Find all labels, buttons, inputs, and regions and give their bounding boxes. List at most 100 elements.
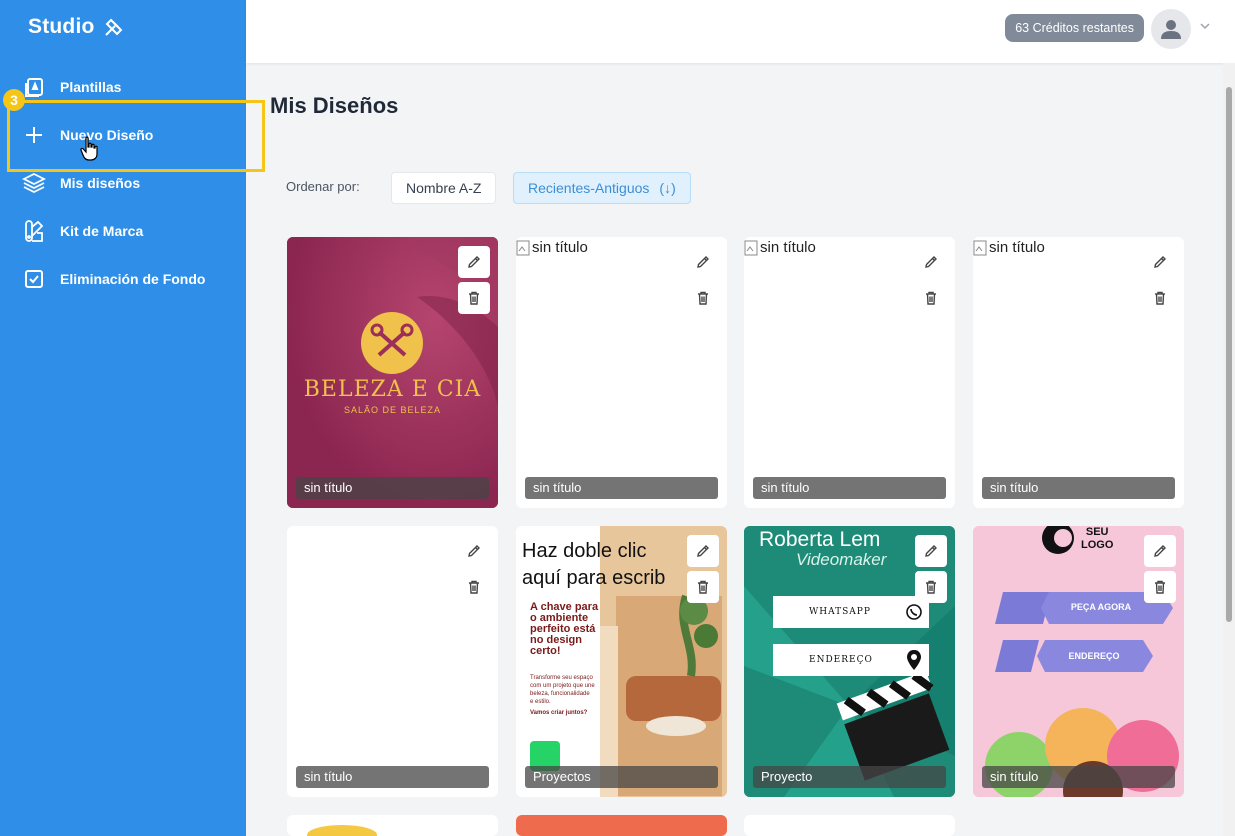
edit-button[interactable]	[458, 246, 490, 278]
step-badge: 3	[3, 89, 25, 111]
top-bar: 63 Créditos restantes	[246, 0, 1235, 63]
sidebar-item-label: Eliminación de Fondo	[60, 271, 206, 287]
design-card[interactable]: sin título sin título	[744, 237, 955, 508]
sidebar-item-plantillas[interactable]: Plantillas	[22, 75, 121, 99]
edit-button[interactable]	[1144, 535, 1176, 567]
broken-image: sin título	[973, 239, 1045, 256]
videomaker-name: Roberta Lem	[759, 528, 881, 551]
edit-button[interactable]	[1144, 246, 1176, 278]
trash-icon	[926, 580, 936, 594]
location-pin-icon	[907, 650, 921, 670]
placeholder-line-2: aquí para escrib	[522, 567, 666, 589]
order-now-label: PEÇA AGORA	[1070, 602, 1132, 612]
whatsapp-label: WHATSAPP	[809, 607, 871, 617]
broken-image-icon	[744, 240, 758, 255]
sidebar-item-mis-disenos[interactable]: Mis diseños	[22, 171, 140, 195]
edit-button[interactable]	[458, 535, 490, 567]
beleza-subtitle: SALÃO DE BELEZA	[343, 405, 442, 415]
card-caption: sin título	[296, 766, 489, 788]
trash-icon	[698, 291, 708, 305]
pencil-icon	[697, 545, 709, 557]
scrollbar-thumb[interactable]	[1226, 87, 1232, 622]
pencil-icon	[468, 256, 480, 268]
avatar[interactable]	[1151, 9, 1191, 49]
edit-button[interactable]	[915, 535, 947, 567]
address-label: ENDEREÇO	[1068, 651, 1120, 661]
logo-icon	[104, 18, 122, 36]
image-alt-text: sin título	[760, 239, 816, 256]
delete-button[interactable]	[687, 571, 719, 603]
trash-icon	[698, 580, 708, 594]
delete-button[interactable]	[915, 282, 947, 314]
card-thumbnail-partial	[307, 825, 377, 836]
beleza-title: BELEZA E CIA	[303, 377, 482, 402]
design-card[interactable]: Haz doble clic aquí para escrib A chave …	[516, 526, 727, 797]
broken-image-icon	[516, 240, 530, 255]
card-caption: sin título	[753, 477, 946, 499]
design-card[interactable]: sin título sin título	[973, 237, 1184, 508]
pencil-icon	[468, 545, 480, 557]
layers-icon	[22, 171, 46, 195]
sidebar-item-eliminacion-de-fondo[interactable]: Eliminación de Fondo	[22, 267, 205, 291]
design-card[interactable]: BELEZA E CIA SALÃO DE BELEZA sin título	[287, 237, 498, 508]
pencil-icon	[1154, 545, 1166, 557]
design-card[interactable]	[516, 815, 727, 836]
sort-name-button[interactable]: Nombre A-Z	[391, 172, 497, 204]
hand-cursor-icon	[80, 136, 98, 161]
card-caption: sin título	[982, 477, 1175, 499]
trash-icon	[469, 580, 479, 594]
headline-line: certo!	[530, 645, 561, 657]
design-card[interactable]	[287, 815, 498, 836]
templates-icon	[22, 75, 46, 99]
sort-recent-button[interactable]: Recientes-Antiguos (↓)	[513, 172, 691, 204]
delete-button[interactable]	[687, 282, 719, 314]
credits-badge: 63 Créditos restantes	[1005, 14, 1144, 42]
tutorial-highlight	[7, 100, 265, 172]
card-caption: Proyectos	[525, 766, 718, 788]
logo-line-1: SEU	[1085, 526, 1109, 538]
pencil-icon	[925, 256, 937, 268]
body-line: com um projeto que une	[530, 683, 595, 689]
sort-recent-label: Recientes-Antiguos	[528, 180, 650, 196]
broken-image: sin título	[744, 239, 816, 256]
image-alt-text: sin título	[532, 239, 588, 256]
card-caption: Proyecto	[753, 766, 946, 788]
edit-button[interactable]	[687, 246, 719, 278]
pencil-icon	[1154, 256, 1166, 268]
design-card[interactable]: SEU LOGO PEÇA AGORA ENDEREÇO sin título	[973, 526, 1184, 797]
design-text-placeholder: Haz doble clic aquí para escrib	[522, 538, 665, 592]
pencil-icon	[925, 545, 937, 557]
card-caption: sin título	[982, 766, 1175, 788]
delete-button[interactable]	[458, 282, 490, 314]
delete-button[interactable]	[1144, 571, 1176, 603]
body-line: Transforme seu espaço	[530, 675, 593, 681]
delete-button[interactable]	[915, 571, 947, 603]
edit-button[interactable]	[915, 246, 947, 278]
delete-button[interactable]	[458, 571, 490, 603]
delete-button[interactable]	[1144, 282, 1176, 314]
sort-label: Ordenar por:	[286, 179, 360, 194]
design-card[interactable]: sin título sin título	[516, 237, 727, 508]
sidebar-item-label: Mis diseños	[60, 175, 141, 191]
logo-text: Studio	[28, 15, 95, 38]
broken-image-icon	[973, 240, 987, 255]
design-card[interactable]	[744, 815, 955, 836]
design-card[interactable]: sin título	[287, 526, 498, 797]
sidebar-item-kit-de-marca[interactable]: Kit de Marca	[22, 219, 143, 243]
sort-direction-icon: (↓)	[659, 180, 676, 196]
body-line: beleza, funcionalidade	[530, 691, 590, 697]
scrollbar[interactable]	[1223, 63, 1235, 836]
interior-headline: A chave para o ambiente perfeito está no…	[530, 602, 620, 657]
address-label: ENDEREÇO	[809, 655, 873, 665]
user-icon	[1161, 20, 1181, 39]
pencil-icon	[697, 256, 709, 268]
whatsapp-icon	[906, 604, 922, 620]
logo[interactable]: Studio	[28, 15, 125, 39]
edit-button[interactable]	[687, 535, 719, 567]
page-title: Mis Diseños	[270, 93, 399, 118]
chevron-down-icon[interactable]	[1199, 20, 1211, 32]
sidebar-item-label: Plantillas	[60, 79, 122, 95]
interior-body: Transforme seu espaço com um projeto que…	[530, 674, 616, 706]
design-card[interactable]: Roberta Lem Videomaker WHATSAPP ENDEREÇO…	[744, 526, 955, 797]
broken-image: sin título	[516, 239, 588, 256]
